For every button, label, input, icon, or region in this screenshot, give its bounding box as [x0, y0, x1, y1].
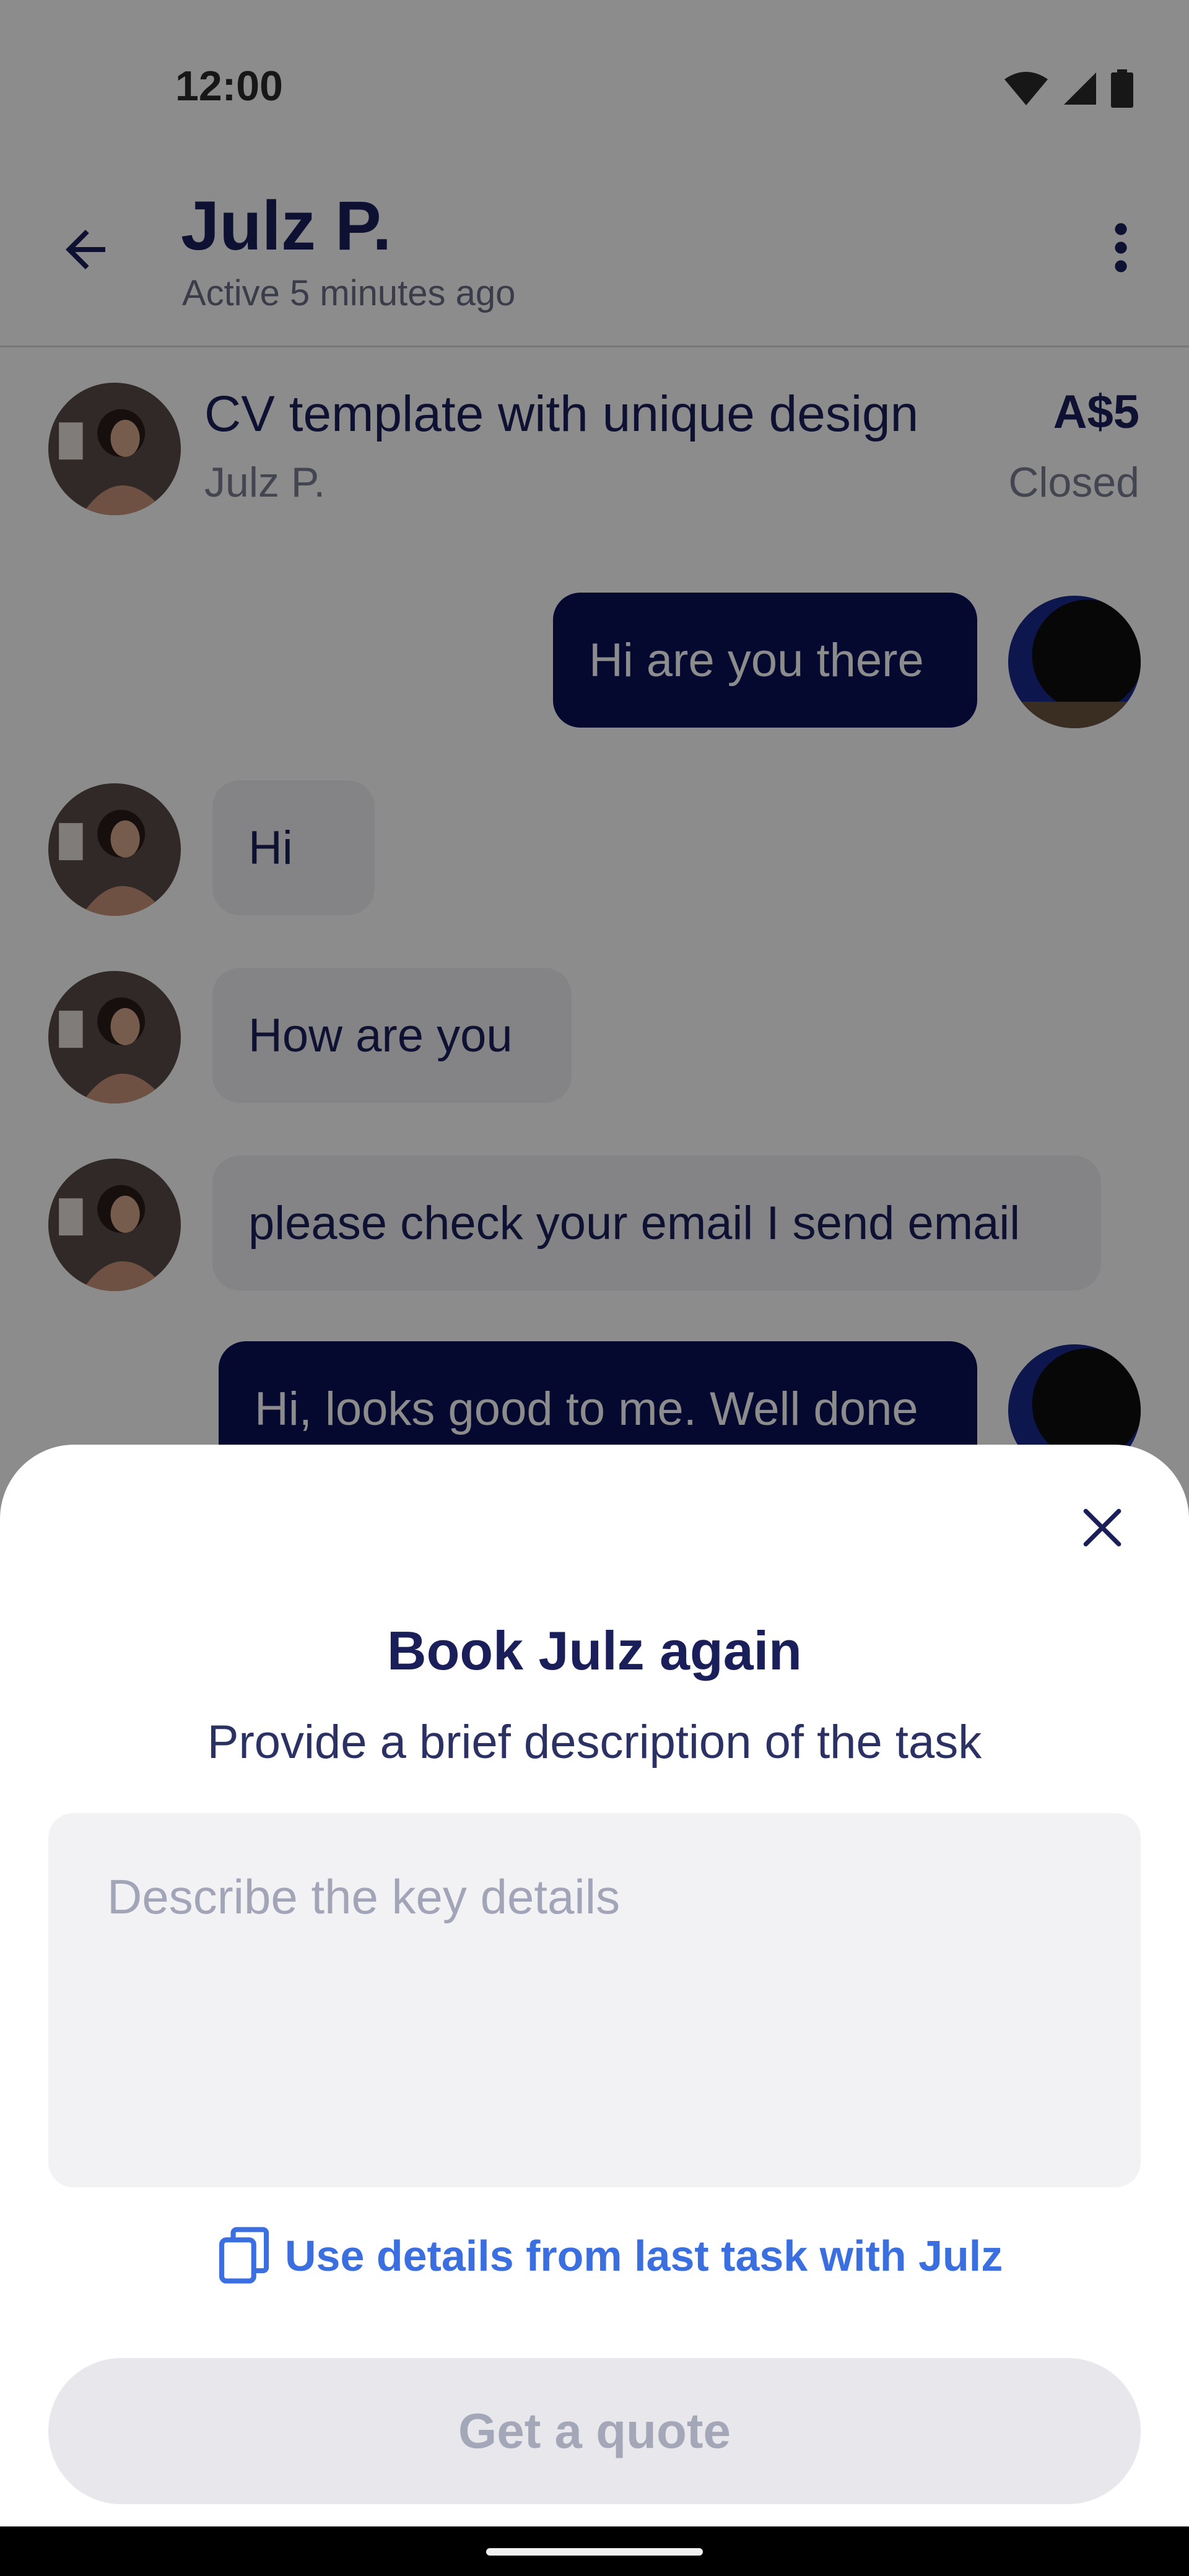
- home-handle[interactable]: [486, 2548, 703, 2556]
- task-description-input[interactable]: [48, 1813, 1141, 2187]
- use-last-task-details-link[interactable]: Use details from last task with Julz: [217, 2226, 1003, 2286]
- sheet-title: Book Julz again: [387, 1620, 802, 1681]
- copy-link-label: Use details from last task with Julz: [285, 2232, 1003, 2280]
- get-quote-button[interactable]: Get a quote: [48, 2358, 1141, 2504]
- close-button[interactable]: [1078, 1503, 1127, 1552]
- copy-icon: [219, 2227, 269, 2284]
- sheet-subtitle: Provide a brief description of the task: [207, 1716, 982, 1769]
- close-icon: [1083, 1508, 1121, 1547]
